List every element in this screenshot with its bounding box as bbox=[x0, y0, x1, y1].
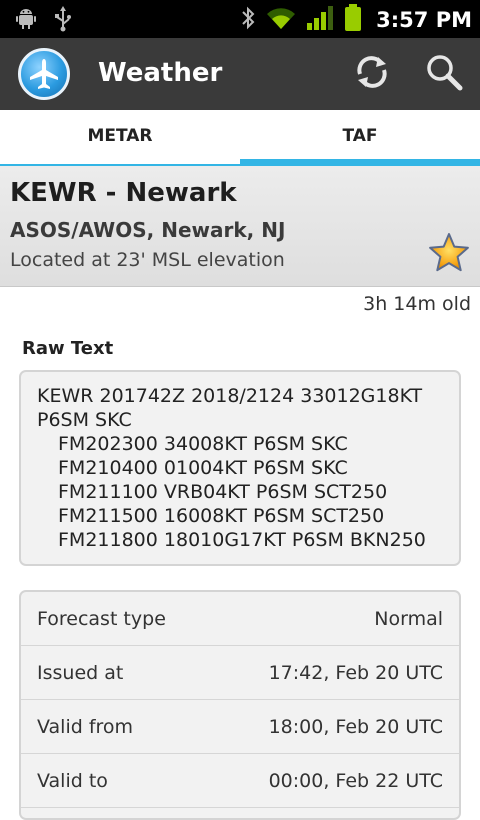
station-header: KEWR - Newark ASOS/AWOS, Newark, NJ Loca… bbox=[0, 166, 480, 287]
station-title: KEWR - Newark bbox=[10, 178, 237, 208]
detail-value: 00:00, Feb 22 UTC bbox=[268, 769, 443, 792]
detail-row-issued-at: Issued at 17:42, Feb 20 UTC bbox=[21, 646, 459, 700]
raw-line: FM211100 VRB04KT P6SM SCT250 bbox=[58, 481, 388, 503]
detail-row-forecast-type: Forecast type Normal bbox=[21, 592, 459, 646]
status-time: 3:57 PM bbox=[376, 8, 472, 32]
bluetooth-icon bbox=[240, 5, 256, 35]
refresh-icon bbox=[352, 52, 392, 96]
raw-text-box: KEWR 201742Z 2018/2124 33012G18KT P6SM S… bbox=[19, 370, 461, 566]
detail-label: Valid from bbox=[37, 715, 134, 738]
raw-line: KEWR 201742Z 2018/2124 33012G18KT bbox=[37, 385, 423, 407]
android-debug-icon bbox=[14, 6, 38, 36]
signal-icon bbox=[306, 5, 334, 35]
station-elevation: Located at 23' MSL elevation bbox=[10, 249, 285, 271]
wifi-icon bbox=[266, 5, 296, 35]
tab-taf[interactable]: TAF bbox=[240, 110, 480, 166]
usb-icon bbox=[54, 6, 72, 36]
favorite-star-icon[interactable] bbox=[428, 232, 470, 274]
refresh-button[interactable] bbox=[348, 52, 396, 96]
detail-label: Issued at bbox=[37, 661, 124, 684]
forecast-details: Forecast type Normal Issued at 17:42, Fe… bbox=[19, 590, 461, 820]
search-icon bbox=[424, 52, 464, 96]
action-bar: Weather bbox=[0, 38, 480, 110]
raw-line: FM211500 16008KT P6SM SCT250 bbox=[58, 505, 385, 527]
detail-value: 17:42, Feb 20 UTC bbox=[268, 661, 443, 684]
status-bar: 3:57 PM bbox=[0, 0, 480, 38]
detail-value: 18:00, Feb 20 UTC bbox=[268, 715, 443, 738]
tab-bar: METAR TAF bbox=[0, 110, 480, 166]
app-title: Weather bbox=[98, 58, 223, 88]
station-type-location: ASOS/AWOS, Newark, NJ bbox=[10, 218, 286, 242]
report-age: 3h 14m old bbox=[363, 293, 471, 315]
detail-label: Valid to bbox=[37, 769, 108, 792]
raw-text-heading: Raw Text bbox=[22, 338, 114, 359]
raw-line: FM211800 18010G17KT P6SM BKN250 bbox=[58, 529, 426, 551]
raw-line: P6SM SKC bbox=[37, 409, 132, 431]
airplane-logo-icon[interactable] bbox=[18, 48, 70, 100]
raw-line: FM202300 34008KT P6SM SKC bbox=[58, 433, 348, 455]
raw-line: FM210400 01004KT P6SM SKC bbox=[58, 457, 348, 479]
search-button[interactable] bbox=[420, 52, 468, 96]
detail-value: Normal bbox=[374, 607, 443, 630]
detail-row-valid-from: Valid from 18:00, Feb 20 UTC bbox=[21, 700, 459, 754]
detail-label: Forecast type bbox=[37, 607, 166, 630]
battery-icon bbox=[344, 4, 362, 36]
tab-metar[interactable]: METAR bbox=[0, 110, 240, 166]
